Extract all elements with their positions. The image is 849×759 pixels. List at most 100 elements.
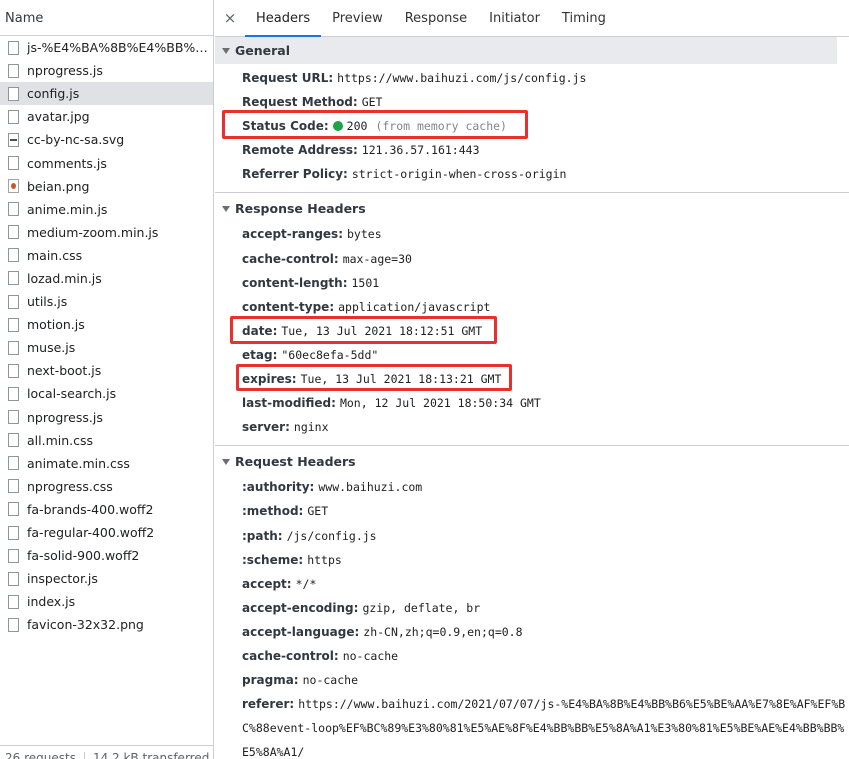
request-list: js-%E4%BA%8B%E4%BB%B6... nprogress.js conf… [0, 36, 213, 636]
header-value: https [307, 552, 342, 567]
request-name: js-%E4%BA%8B%E4%BB%B6... [27, 40, 213, 56]
request-row[interactable]: motion.js [0, 313, 213, 336]
image-file-icon [8, 109, 19, 124]
header-row: :path:/js/config.js [215, 524, 849, 548]
header-value: GET [307, 504, 329, 519]
request-row[interactable]: all.min.css [0, 429, 213, 452]
status-code-row: Status Code: 200 (from memory cache) [215, 114, 849, 138]
request-name: fa-brands-400.woff2 [27, 501, 154, 517]
request-details-panel: × Headers Preview Response Initiator Tim… [215, 0, 849, 759]
header-key: accept-language: [242, 624, 360, 639]
header-row: server: nginx [215, 415, 849, 439]
request-row[interactable]: medium-zoom.min.js [0, 221, 213, 244]
request-row[interactable]: avatar.jpg [0, 105, 213, 128]
response-headers-title: Response Headers [235, 201, 366, 217]
remote-address-row: Remote Address: 121.36.57.161:443 [215, 138, 849, 162]
file-icon [8, 248, 19, 263]
header-value: zh-CN,zh;q=0.9,en;q=0.8 [363, 624, 523, 639]
header-key: accept-encoding: [242, 600, 359, 615]
referrer-policy-key: Referrer Policy: [242, 167, 348, 182]
request-row[interactable]: fa-regular-400.woff2 [0, 521, 213, 544]
request-name: local-search.js [27, 386, 117, 402]
file-icon [8, 502, 19, 517]
request-row[interactable]: utils.js [0, 290, 213, 313]
file-icon [8, 63, 19, 78]
header-key: server: [242, 420, 290, 435]
file-icon [8, 202, 19, 217]
header-value: gzip, deflate, br [362, 600, 481, 615]
referer-key: referer: [242, 697, 295, 712]
request-row[interactable]: muse.js [0, 336, 213, 359]
request-name: anime.min.js [27, 201, 108, 217]
request-count: 26 requests [5, 751, 76, 759]
request-row[interactable]: anime.min.js [0, 198, 213, 221]
header-value: */* [295, 576, 317, 591]
header-row: content-length: 1501 [215, 271, 849, 295]
request-name: nprogress.css [27, 478, 113, 494]
tab-initiator[interactable]: Initiator [478, 0, 551, 37]
request-row[interactable]: next-boot.js [0, 359, 213, 382]
request-row[interactable]: fa-brands-400.woff2 [0, 498, 213, 521]
file-icon [8, 86, 19, 101]
remote-address-value: 121.36.57.161:443 [361, 143, 480, 158]
request-row[interactable]: beian.png [0, 175, 213, 198]
file-icon [8, 433, 19, 448]
request-row[interactable]: lozad.min.js [0, 267, 213, 290]
header-row: cache-control: max-age=30 [215, 247, 849, 271]
request-row[interactable]: nprogress.css [0, 475, 213, 498]
file-icon [8, 340, 19, 355]
header-value: no-cache [302, 673, 358, 688]
request-row[interactable]: cc-by-nc-sa.svg [0, 128, 213, 151]
remote-address-key: Remote Address: [242, 143, 358, 158]
request-row[interactable]: nprogress.js [0, 406, 213, 429]
request-headers-section-header[interactable]: Request Headers [215, 448, 849, 475]
file-icon [8, 294, 19, 309]
tab-headers[interactable]: Headers [245, 0, 322, 37]
request-list-panel: Name js-%E4%BA%8B%E4%BB%B6... nprogress.j… [0, 0, 214, 759]
header-row: date: Tue, 13 Jul 2021 18:12:51 GMT [215, 319, 849, 343]
header-row: pragma: no-cache [215, 668, 849, 692]
request-name: motion.js [27, 317, 85, 333]
request-row[interactable]: animate.min.css [0, 452, 213, 475]
general-section-header[interactable]: General [215, 37, 837, 64]
header-row: accept-language: zh-CN,zh;q=0.9,en;q=0.8 [215, 620, 849, 644]
request-row[interactable]: local-search.js [0, 382, 213, 405]
request-url-row: Request URL: https://www.baihuzi.com/js/c… [215, 66, 849, 90]
header-value: /js/config.js [286, 528, 377, 543]
header-key: content-length: [242, 275, 348, 290]
tab-response[interactable]: Response [394, 0, 478, 37]
status-bar: 26 requests 14.2 kB transferred [0, 745, 213, 759]
header-value: Mon, 12 Jul 2021 18:50:34 GMT [339, 396, 541, 411]
tab-timing[interactable]: Timing [551, 0, 617, 37]
request-row[interactable]: js-%E4%BA%8B%E4%BB%B6... [0, 36, 213, 59]
name-column-header[interactable]: Name [0, 0, 213, 36]
close-icon[interactable]: × [215, 9, 245, 27]
request-row[interactable]: comments.js [0, 151, 213, 174]
request-row[interactable]: favicon-32x32.png [0, 613, 213, 636]
response-headers-section-header[interactable]: Response Headers [215, 195, 849, 222]
status-code-key: Status Code: [242, 119, 329, 134]
file-icon [8, 456, 19, 471]
request-row[interactable]: fa-solid-900.woff2 [0, 544, 213, 567]
svg-file-icon [8, 132, 19, 147]
file-icon [8, 410, 19, 425]
request-row[interactable]: main.css [0, 244, 213, 267]
section-divider [215, 445, 849, 447]
file-icon [8, 317, 19, 332]
request-name: config.js [27, 86, 80, 102]
header-row: :method: GET [215, 499, 849, 523]
request-row[interactable]: nprogress.js [0, 59, 213, 82]
header-value: max-age=30 [342, 251, 412, 266]
request-name: inspector.js [27, 571, 98, 587]
request-row[interactable]: index.js [0, 590, 213, 613]
tab-preview[interactable]: Preview [321, 0, 394, 37]
section-divider [215, 192, 849, 194]
file-icon [8, 594, 19, 609]
header-key: cache-control: [242, 648, 339, 663]
status-code-note: (from memory cache) [375, 119, 507, 134]
header-key: :method: [242, 504, 304, 519]
referrer-policy-row: Referrer Policy: strict-origin-when-cross… [215, 162, 849, 186]
request-row[interactable]: inspector.js [0, 567, 213, 590]
request-row[interactable]: config.js [0, 82, 213, 106]
header-row: etag: "60ec8efa-5dd" [215, 343, 849, 367]
